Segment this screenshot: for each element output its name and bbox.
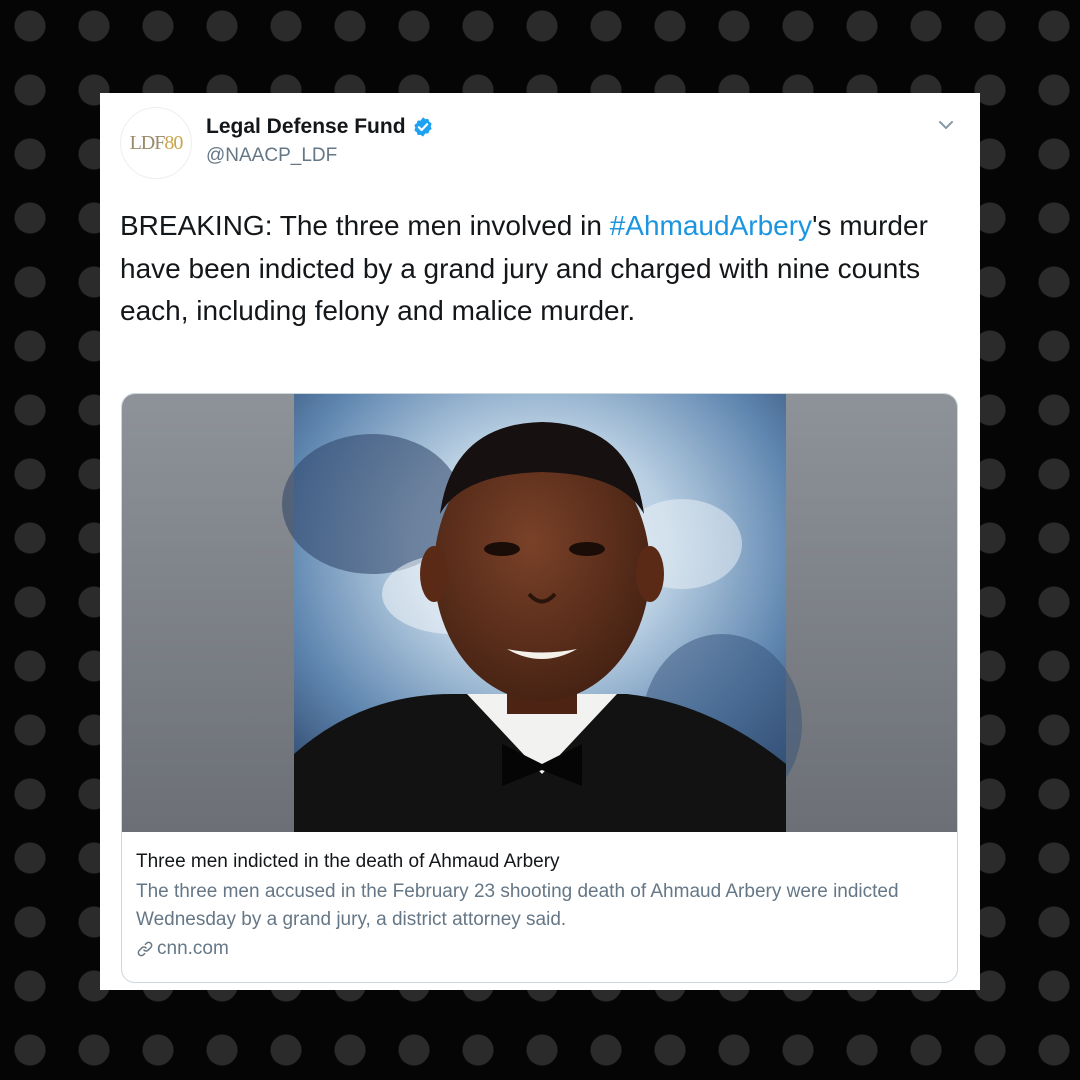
link-card-description: The three men accused in the February 23… (136, 881, 899, 930)
avatar-logo-text: LDF (129, 131, 166, 154)
display-name-row: Legal Defense Fund (206, 115, 434, 139)
link-card-domain-row: cnn.com (136, 938, 941, 960)
handle[interactable]: @NAACP_LDF (206, 145, 337, 167)
link-icon (137, 941, 153, 957)
article-photo[interactable] (122, 394, 958, 832)
link-card-info: Three men indicted in the death of Ahmau… (136, 850, 941, 960)
display-name[interactable]: Legal Defense Fund (206, 115, 406, 139)
avatar[interactable]: LDF 80 (120, 107, 192, 179)
tweet-text-possessive: 's (812, 210, 832, 241)
link-card-title[interactable]: Three men indicted in the death of Ahmau… (136, 850, 941, 874)
link-preview-card[interactable]: Three men indicted in the death of Ahmau… (121, 393, 958, 983)
tweet-card: LDF 80 Legal Defense Fund @NAACP_LDF BREA… (100, 93, 980, 990)
chevron-down-icon[interactable] (936, 115, 956, 135)
avatar-logo-number: 80 (164, 131, 183, 154)
verified-badge-icon (413, 117, 432, 137)
hashtag-link[interactable]: #AhmaudArbery (610, 210, 812, 241)
link-card-domain[interactable]: cnn.com (157, 938, 229, 960)
tweet-text: BREAKING: The three men involved in #Ahm… (120, 205, 970, 333)
tweet-text-intro: BREAKING: The three men involved in (120, 210, 610, 241)
